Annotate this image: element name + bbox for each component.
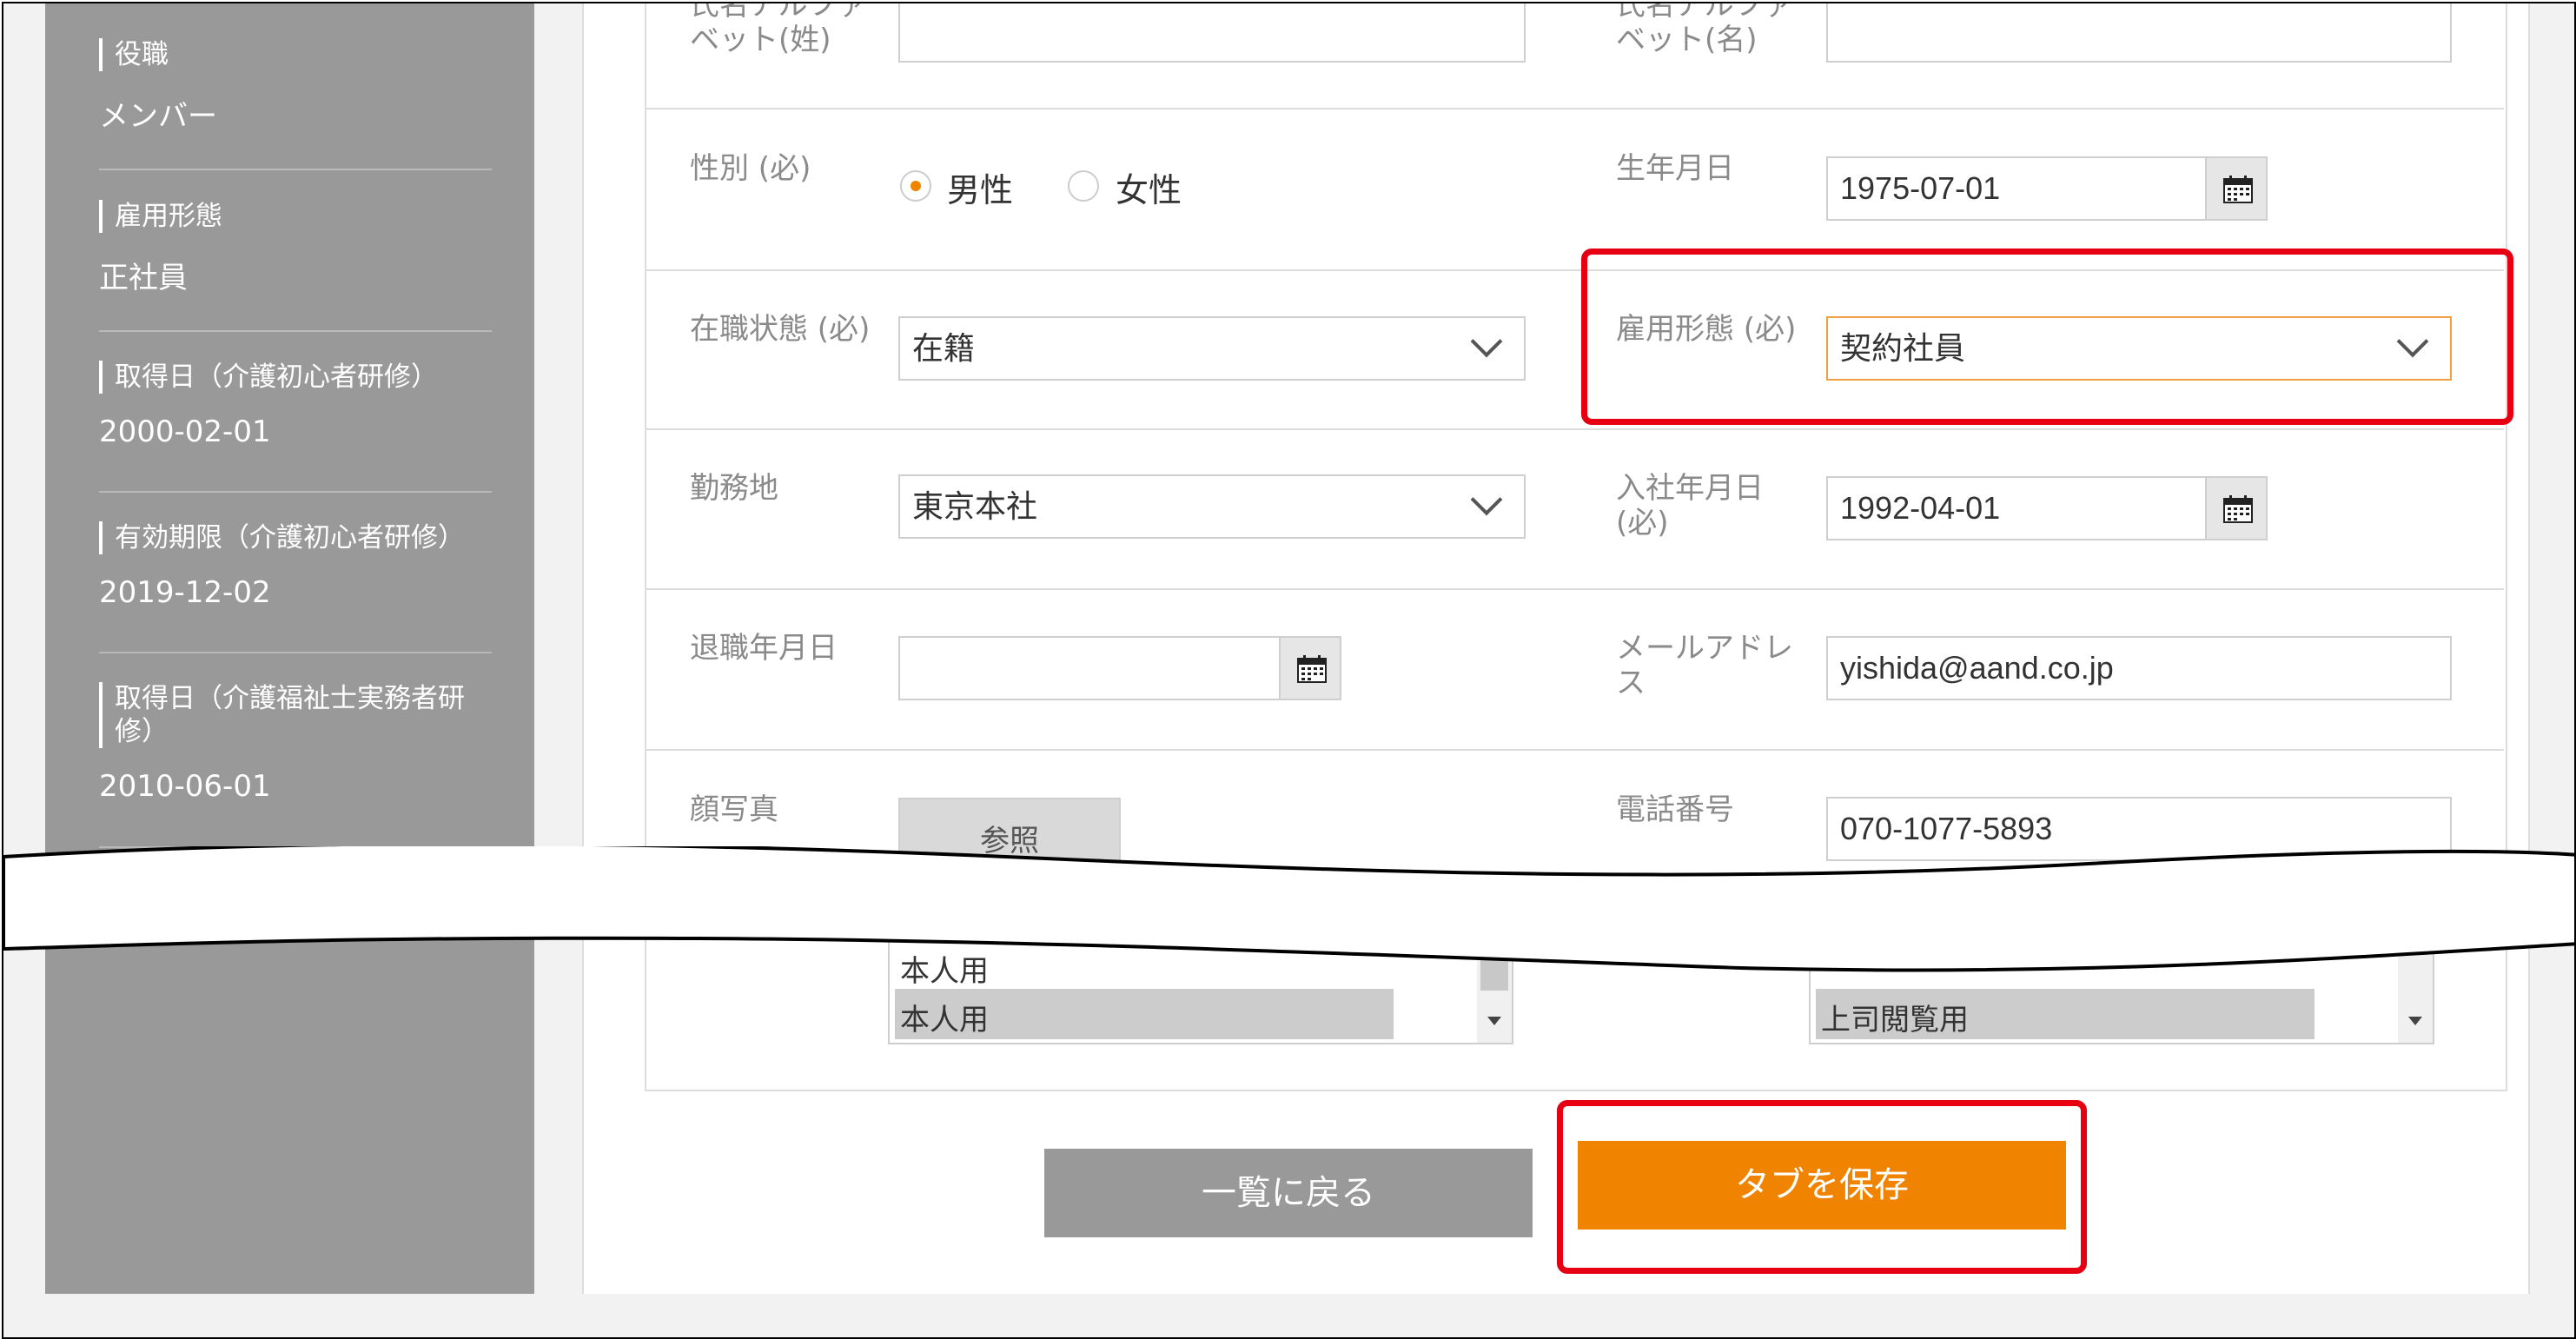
status-label: 在職状態 (必) — [690, 312, 871, 347]
list-option-selected[interactable]: 本人用 — [900, 996, 989, 1038]
sidebar-item-value: 2019-12-02 — [99, 575, 271, 610]
main-panel: 氏名アルファ ベット(姓) 氏名アルファ ベット(名) 性別 (必) 男性 女性… — [582, 3, 2530, 1294]
email-label: メールアドレ ス — [1616, 631, 1793, 700]
sidebar-item-label: 有効期限（介護初心者研修） — [99, 521, 492, 554]
label-line-1: 入社年月日 — [1616, 471, 1764, 506]
photo-label: 顔写真 — [690, 792, 778, 827]
label-line-2: ベット(名) — [1616, 23, 1758, 57]
hire-date-label: 入社年月日 (必) — [1616, 471, 1764, 540]
sidebar-item-position: 役職 メンバー — [99, 38, 492, 135]
leave-date-calendar-button[interactable] — [1279, 636, 1341, 700]
highlight-save-button — [1557, 1100, 2087, 1274]
label-line-2: ベット(姓) — [690, 23, 831, 57]
sidebar-item-value: 2000-02-01 — [99, 414, 271, 449]
row-divider — [645, 749, 2504, 751]
sidebar-item-label: 取得日（介護福祉士実務者研 修） — [99, 682, 492, 748]
highlight-employment-type — [1581, 249, 2513, 425]
chevron-down-icon — [1470, 325, 1503, 358]
divider — [99, 491, 492, 493]
page-break-tear — [3, 846, 2574, 972]
workplace-select[interactable]: 東京本社 — [898, 474, 1526, 539]
alpha-last-label: 氏名アルファ ベット(姓) — [690, 2, 867, 57]
alpha-first-input[interactable] — [1826, 3, 2452, 63]
workplace-label: 勤務地 — [690, 471, 778, 506]
status-value: 在籍 — [912, 330, 976, 366]
email-input[interactable]: yishida@aand.co.jp — [1826, 636, 2452, 700]
sidebar: 役職 メンバー 雇用形態 正社員 取得日（介護初心者研修） 2000-02-01… — [45, 3, 534, 1294]
hire-date-calendar-button[interactable] — [2205, 476, 2268, 540]
gender-female-label[interactable]: 女性 — [1116, 163, 1182, 211]
sidebar-item-cert-date: 取得日（介護初心者研修） 2000-02-01 — [99, 361, 492, 449]
scroll-down-icon[interactable] — [2408, 1017, 2422, 1025]
sidebar-item-cert-date-2: 取得日（介護福祉士実務者研 修） 2010-06-01 — [99, 682, 492, 804]
chevron-down-icon — [1470, 483, 1503, 516]
status-select[interactable]: 在籍 — [898, 316, 1526, 381]
calendar-icon — [2223, 495, 2253, 523]
gender-male-radio[interactable] — [900, 170, 931, 202]
divider — [99, 169, 492, 170]
label-line-1: メールアドレ — [1616, 631, 1793, 666]
hire-date-input[interactable]: 1992-04-01 — [1826, 476, 2207, 540]
label-line-2: (必) — [1616, 506, 1669, 540]
sidebar-item-label: 雇用形態 — [99, 200, 492, 233]
scroll-down-icon[interactable] — [1487, 1017, 1501, 1025]
list-option-selected[interactable]: 上司閲覧用 — [1821, 996, 1969, 1038]
alpha-first-label: 氏名アルファ ベット(名) — [1616, 2, 1793, 57]
label-line-2: ス — [1616, 666, 1646, 700]
leave-date-input[interactable] — [898, 636, 1281, 700]
workplace-value: 東京本社 — [912, 488, 1038, 524]
divider — [99, 652, 492, 653]
sidebar-item-value: メンバー — [99, 99, 217, 134]
leave-date-label: 退職年月日 — [690, 631, 838, 666]
birthdate-input[interactable]: 1975-07-01 — [1826, 156, 2207, 221]
birthdate-label: 生年月日 — [1616, 151, 1734, 186]
sidebar-item-cert-expiry: 有効期限（介護初心者研修） 2019-12-02 — [99, 521, 492, 610]
sidebar-item-value: 正社員 — [99, 261, 188, 295]
sidebar-item-employment-type: 雇用形態 正社員 — [99, 200, 492, 296]
row-divider — [645, 108, 2504, 109]
back-to-list-button[interactable]: 一覧に戻る — [1044, 1149, 1533, 1237]
label-line-1: 取得日（介護福祉士実務者研 — [115, 683, 465, 714]
phone-label: 電話番号 — [1616, 792, 1734, 827]
row-divider — [645, 588, 2504, 590]
row-divider — [645, 428, 2504, 430]
gender-female-radio[interactable] — [1068, 170, 1099, 202]
sidebar-item-label: 役職 — [99, 38, 492, 71]
calendar-icon — [1297, 655, 1327, 683]
gender-male-label[interactable]: 男性 — [947, 163, 1013, 211]
divider — [99, 330, 492, 332]
birthdate-calendar-button[interactable] — [2205, 156, 2268, 221]
calendar-icon — [2223, 176, 2253, 203]
app-window: 役職 メンバー 雇用形態 正社員 取得日（介護初心者研修） 2000-02-01… — [2, 2, 2576, 1339]
sidebar-item-value: 2010-06-01 — [99, 769, 271, 804]
sidebar-item-label: 取得日（介護初心者研修） — [99, 361, 492, 394]
label-line-1: 氏名アルファ — [690, 2, 867, 23]
label-line-1: 氏名アルファ — [1616, 2, 1793, 23]
gender-label: 性別 (必) — [690, 151, 811, 186]
alpha-last-input[interactable] — [898, 3, 1526, 63]
label-line-2: 修） — [115, 716, 169, 747]
